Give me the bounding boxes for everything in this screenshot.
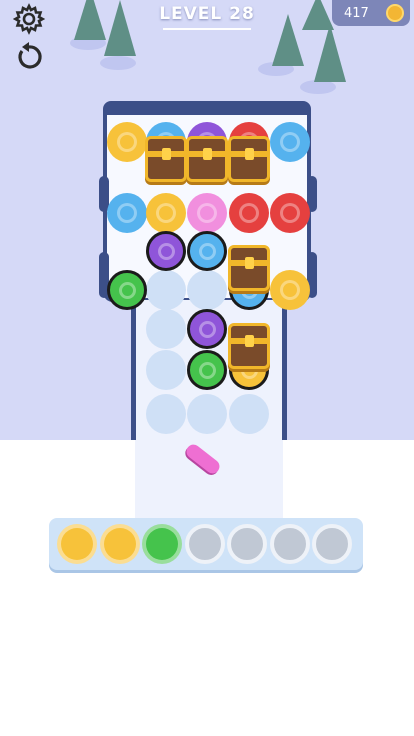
tray-empty-slot: [184, 524, 225, 564]
chip-center: [280, 203, 300, 223]
blue-chip[interactable]: [107, 193, 147, 233]
chip-center: [117, 132, 137, 152]
treasure-chest-icon: [228, 245, 270, 291]
lock-icon: [245, 257, 254, 269]
green-chip[interactable]: [107, 270, 147, 310]
yellow-tray-chip: [57, 524, 97, 564]
lock-icon: [203, 148, 212, 160]
gear-icon: [13, 3, 45, 35]
treasure-chest-icon: [228, 323, 270, 369]
red-chip[interactable]: [229, 193, 269, 233]
empty-slot: [187, 270, 227, 310]
lock-icon: [162, 148, 171, 160]
tree-shadow: [100, 56, 136, 70]
tree-icon: [302, 0, 334, 30]
chip-center: [239, 203, 259, 223]
red-chip[interactable]: [270, 193, 310, 233]
treasure-chest-icon: [145, 136, 187, 182]
level-title: LEVEL 28: [159, 4, 255, 24]
empty-slot: [146, 309, 186, 349]
green-tray-chip: [142, 524, 182, 564]
green-chip[interactable]: [187, 350, 227, 390]
chip-center: [198, 361, 216, 379]
blue-chip[interactable]: [187, 231, 227, 271]
empty-slot: [229, 394, 269, 434]
coin-icon: [386, 4, 404, 22]
restart-button[interactable]: [12, 40, 46, 74]
level-underline: [163, 28, 251, 30]
chip-center: [157, 242, 175, 260]
lock-icon: [245, 148, 254, 160]
tree-icon: [104, 0, 136, 56]
tray-empty-slot: [312, 524, 352, 564]
purple-chip[interactable]: [146, 231, 186, 271]
coin-counter: 417: [332, 0, 410, 26]
board-edge: [103, 101, 311, 115]
tree-icon: [272, 14, 304, 66]
restart-icon: [18, 42, 42, 69]
tree-icon: [74, 0, 106, 40]
tree-icon: [314, 24, 346, 82]
yellow-chip[interactable]: [107, 122, 147, 162]
lane-edge: [282, 300, 287, 440]
treasure-chest-icon: [186, 136, 228, 182]
lane-edge: [131, 300, 136, 440]
tree-shadow: [300, 80, 336, 94]
chip-center: [198, 242, 216, 260]
chip-center: [197, 203, 217, 223]
yellow-chip[interactable]: [270, 270, 310, 310]
tray-empty-slot: [269, 524, 310, 564]
yellow-chip[interactable]: [146, 193, 186, 233]
chip-center: [280, 280, 300, 300]
empty-slot: [146, 394, 186, 434]
empty-slot: [187, 394, 227, 434]
settings-button[interactable]: [12, 2, 46, 36]
treasure-chest-icon: [228, 136, 270, 182]
chip-center: [198, 320, 216, 338]
blue-chip[interactable]: [270, 122, 310, 162]
empty-slot: [146, 350, 186, 390]
tray-empty-slot: [227, 524, 267, 564]
pink-chip[interactable]: [187, 193, 227, 233]
coin-count: 417: [344, 5, 369, 21]
yellow-tray-chip: [99, 524, 140, 564]
chip-center: [280, 132, 300, 152]
chip-center: [117, 203, 137, 223]
chip-center: [118, 281, 136, 299]
purple-chip[interactable]: [187, 309, 227, 349]
chip-center: [156, 203, 176, 223]
empty-slot: [146, 270, 186, 310]
lock-icon: [245, 335, 254, 347]
